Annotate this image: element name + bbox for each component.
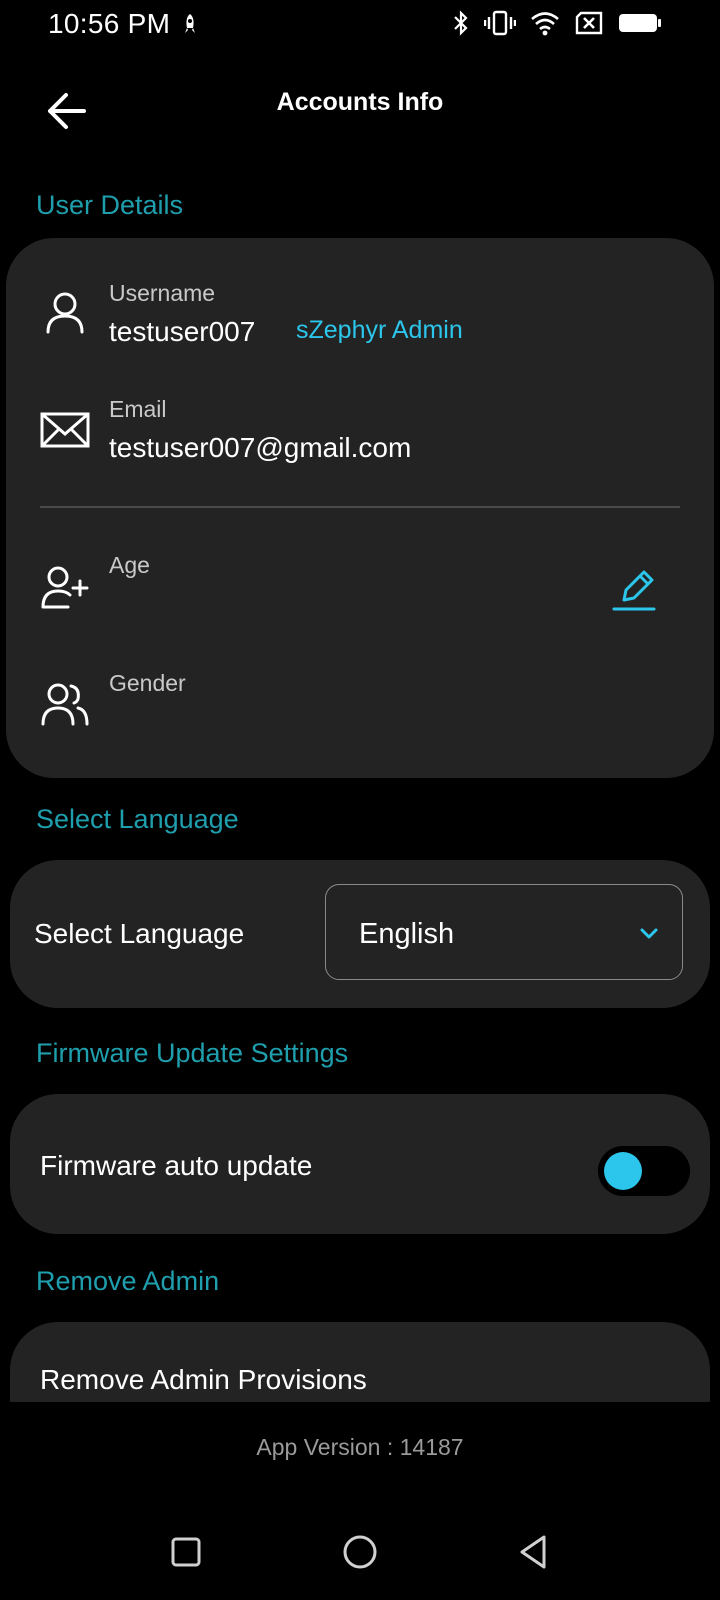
firmware-auto-update-label: Firmware auto update	[40, 1150, 313, 1181]
email-value: testuser007@gmail.com	[109, 432, 412, 463]
remove-admin-label[interactable]: Remove Admin Provisions	[40, 1364, 367, 1396]
no-sim-icon	[575, 11, 603, 35]
remove-admin-section-title: Remove Admin	[36, 1266, 220, 1296]
language-selected-value: English	[359, 918, 455, 950]
language-section-title: Select Language	[36, 804, 239, 834]
chevron-down-icon	[640, 928, 658, 939]
toggle-knob	[604, 1152, 642, 1190]
add-user-icon	[41, 566, 89, 609]
email-label: Email	[109, 396, 167, 422]
vibrate-icon	[484, 10, 516, 36]
role-badge: sZephyr Admin	[296, 316, 463, 344]
back-triangle-icon[interactable]	[514, 1532, 554, 1572]
user-icon	[46, 292, 84, 334]
status-time: 10:56 PM	[48, 8, 171, 39]
edit-pencil-icon[interactable]	[612, 566, 656, 612]
home-icon[interactable]	[340, 1532, 380, 1572]
language-row-label: Select Language	[34, 918, 245, 949]
users-icon	[41, 683, 89, 726]
email-icon	[40, 412, 90, 448]
notification-icon	[185, 14, 195, 33]
firmware-section-title: Firmware Update Settings	[36, 1038, 349, 1068]
gender-label: Gender	[109, 670, 186, 696]
username-value: testuser007	[109, 316, 256, 347]
age-label: Age	[109, 552, 150, 578]
user-details-section-title: User Details	[36, 190, 184, 220]
divider	[40, 506, 680, 508]
app-version: App Version : 14187	[256, 1434, 464, 1460]
wifi-icon	[531, 12, 559, 36]
bluetooth-icon	[454, 10, 468, 36]
status-icons	[452, 10, 662, 36]
page-title: Accounts Info	[276, 88, 444, 116]
recents-icon[interactable]	[166, 1532, 206, 1572]
battery-icon	[619, 14, 661, 32]
username-label: Username	[109, 280, 216, 306]
